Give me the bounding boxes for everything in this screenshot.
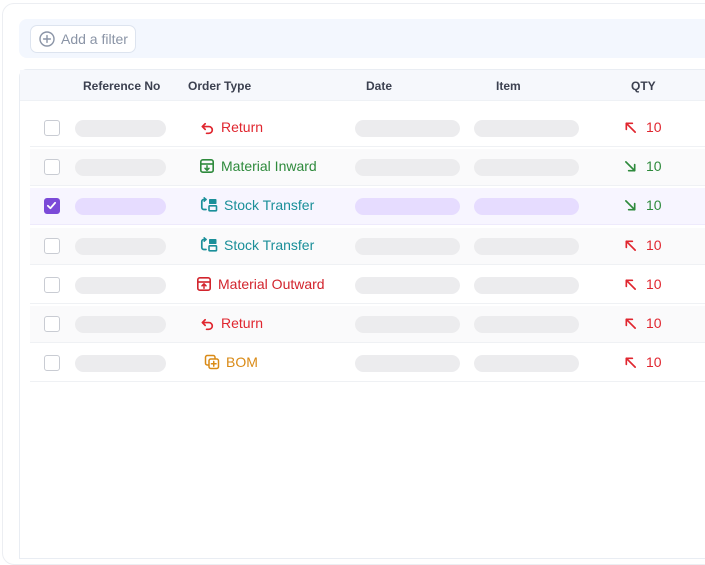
qty-value: 10 bbox=[646, 119, 662, 135]
arrow-up-left-icon bbox=[624, 356, 637, 369]
date-placeholder bbox=[355, 198, 460, 215]
table-row[interactable]: Return 10 bbox=[30, 110, 705, 147]
order-type-cell: Return bbox=[200, 315, 263, 331]
row-checkbox[interactable] bbox=[44, 277, 60, 293]
order-type-cell: Return bbox=[200, 119, 263, 135]
order-type-label: Stock Transfer bbox=[224, 237, 315, 253]
row-checkbox[interactable] bbox=[44, 355, 60, 371]
order-type-cell: Material Outward bbox=[196, 276, 325, 292]
qty-cell: 10 bbox=[624, 197, 662, 213]
transfer-icon bbox=[200, 237, 218, 253]
transfer-icon bbox=[200, 197, 218, 213]
row-checkbox[interactable] bbox=[44, 198, 60, 214]
item-placeholder bbox=[474, 198, 579, 215]
return-icon bbox=[200, 120, 215, 135]
qty-cell: 10 bbox=[624, 276, 662, 292]
table-row[interactable]: BOM 10 bbox=[30, 345, 705, 382]
table-row[interactable]: Material Outward 10 bbox=[30, 267, 705, 304]
qty-value: 10 bbox=[646, 315, 662, 331]
add-filter-label: Add a filter bbox=[61, 31, 128, 47]
qty-cell: 10 bbox=[624, 119, 662, 135]
add-filter-button[interactable]: Add a filter bbox=[30, 25, 136, 53]
reference-no-placeholder bbox=[75, 159, 166, 176]
qty-value: 10 bbox=[646, 197, 662, 213]
qty-cell: 10 bbox=[624, 237, 662, 253]
reference-no-placeholder bbox=[75, 355, 166, 372]
item-placeholder bbox=[474, 159, 579, 176]
item-placeholder bbox=[474, 316, 579, 333]
inward-box-icon bbox=[199, 158, 215, 174]
reference-no-placeholder bbox=[75, 316, 166, 333]
date-placeholder bbox=[355, 159, 460, 176]
header-item[interactable]: Item bbox=[496, 79, 521, 93]
qty-cell: 10 bbox=[624, 158, 662, 174]
reference-no-placeholder bbox=[75, 198, 166, 215]
order-type-label: Stock Transfer bbox=[224, 197, 315, 213]
date-placeholder bbox=[355, 355, 460, 372]
header-order-type[interactable]: Order Type bbox=[188, 79, 251, 93]
item-placeholder bbox=[474, 355, 579, 372]
table-row[interactable]: Return 10 bbox=[30, 306, 705, 343]
qty-value: 10 bbox=[646, 276, 662, 292]
table-row[interactable]: Stock Transfer 10 bbox=[30, 228, 705, 265]
qty-value: 10 bbox=[646, 354, 662, 370]
plus-circle-icon bbox=[39, 31, 55, 47]
date-placeholder bbox=[355, 316, 460, 333]
reference-no-placeholder bbox=[75, 277, 166, 294]
qty-cell: 10 bbox=[624, 354, 662, 370]
order-type-cell: Material Inward bbox=[199, 158, 317, 174]
arrow-up-left-icon bbox=[624, 239, 637, 252]
date-placeholder bbox=[355, 238, 460, 255]
row-checkbox[interactable] bbox=[44, 159, 60, 175]
order-type-label: BOM bbox=[226, 354, 258, 370]
arrow-up-left-icon bbox=[624, 317, 637, 330]
item-placeholder bbox=[474, 120, 579, 137]
order-type-cell: Stock Transfer bbox=[200, 197, 314, 213]
reference-no-placeholder bbox=[75, 238, 166, 255]
qty-value: 10 bbox=[646, 237, 662, 253]
arrow-down-right-icon bbox=[624, 160, 637, 173]
qty-value: 10 bbox=[646, 158, 662, 174]
return-icon bbox=[200, 316, 215, 331]
order-type-cell: BOM bbox=[204, 354, 258, 370]
reference-no-placeholder bbox=[75, 120, 166, 137]
item-placeholder bbox=[474, 238, 579, 255]
table-row[interactable]: Material Inward 10 bbox=[30, 149, 705, 186]
order-type-label: Return bbox=[221, 315, 264, 331]
arrow-up-left-icon bbox=[624, 278, 637, 291]
header-qty[interactable]: QTY bbox=[631, 79, 656, 93]
arrow-up-left-icon bbox=[624, 121, 637, 134]
header-reference-no[interactable]: Reference No bbox=[83, 79, 160, 93]
outward-box-icon bbox=[196, 276, 212, 292]
order-type-cell: Stock Transfer bbox=[200, 237, 314, 253]
bom-icon bbox=[204, 354, 220, 370]
row-checkbox[interactable] bbox=[44, 120, 60, 136]
header-date[interactable]: Date bbox=[366, 79, 392, 93]
row-checkbox[interactable] bbox=[44, 238, 60, 254]
row-checkbox[interactable] bbox=[44, 316, 60, 332]
qty-cell: 10 bbox=[624, 315, 662, 331]
table-row[interactable]: Stock Transfer 10 bbox=[30, 188, 705, 225]
arrow-down-right-icon bbox=[624, 199, 637, 212]
order-type-label: Material Outward bbox=[218, 276, 325, 292]
date-placeholder bbox=[355, 277, 460, 294]
order-type-label: Material Inward bbox=[221, 158, 317, 174]
date-placeholder bbox=[355, 120, 460, 137]
item-placeholder bbox=[474, 277, 579, 294]
order-type-label: Return bbox=[221, 119, 264, 135]
